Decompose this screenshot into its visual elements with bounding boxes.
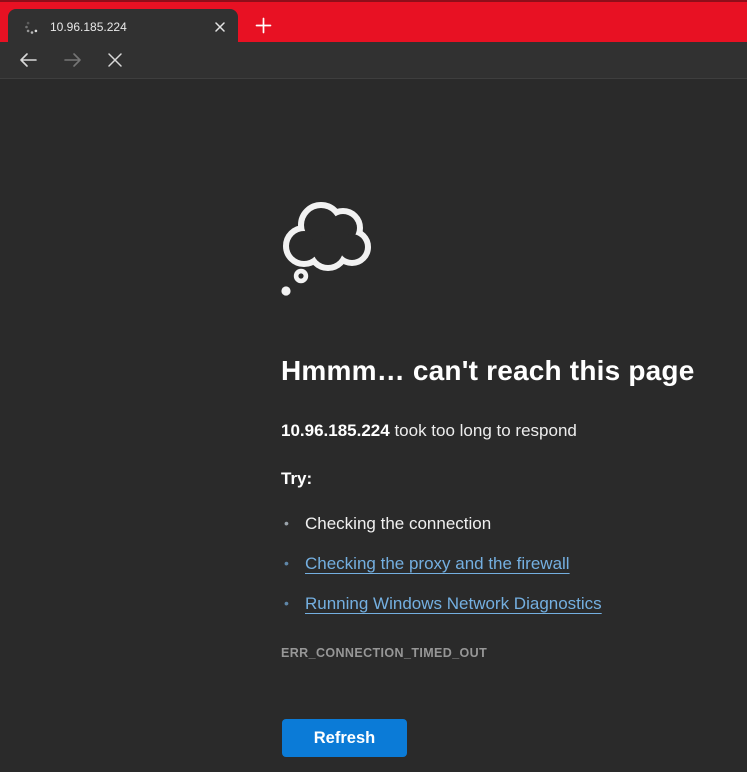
stop-button[interactable] (100, 45, 130, 75)
stop-x-icon (104, 49, 126, 71)
window-titlebar: 10.96.185.224 (0, 0, 747, 42)
suggestion-list: Checking the connection Checking the pro… (281, 512, 602, 632)
refresh-button[interactable]: Refresh (282, 719, 407, 757)
proxy-firewall-link[interactable]: Checking the proxy and the firewall (305, 554, 570, 573)
suggestion-item-proxy-firewall: Checking the proxy and the firewall (281, 552, 602, 575)
error-code: ERR_CONNECTION_TIMED_OUT (281, 646, 487, 660)
error-title: Hmmm… can't reach this page (281, 355, 695, 387)
tab-title: 10.96.185.224 (50, 20, 210, 34)
try-label: Try: (281, 469, 312, 489)
back-button[interactable] (13, 45, 43, 75)
arrow-left-icon (17, 49, 39, 71)
browser-tab[interactable]: 10.96.185.224 (8, 9, 238, 44)
error-host: 10.96.185.224 (281, 421, 390, 440)
forward-button (58, 45, 88, 75)
arrow-right-icon (62, 49, 84, 71)
suggestion-item-network-diagnostics: Running Windows Network Diagnostics (281, 592, 602, 615)
thought-bubble-icon (279, 201, 377, 299)
new-tab-button[interactable] (249, 11, 277, 39)
navigation-toolbar: https://10.96.185.224 (0, 42, 747, 79)
plus-icon (255, 17, 272, 34)
tab-close-icon[interactable] (210, 17, 230, 37)
loading-spinner-icon (24, 19, 40, 35)
error-page: Hmmm… can't reach this page 10.96.185.22… (0, 79, 747, 772)
network-diagnostics-link[interactable]: Running Windows Network Diagnostics (305, 594, 602, 613)
suggestion-item-connection: Checking the connection (281, 512, 602, 535)
error-subtitle-text: took too long to respond (390, 421, 577, 440)
error-subtitle: 10.96.185.224 took too long to respond (281, 421, 577, 441)
